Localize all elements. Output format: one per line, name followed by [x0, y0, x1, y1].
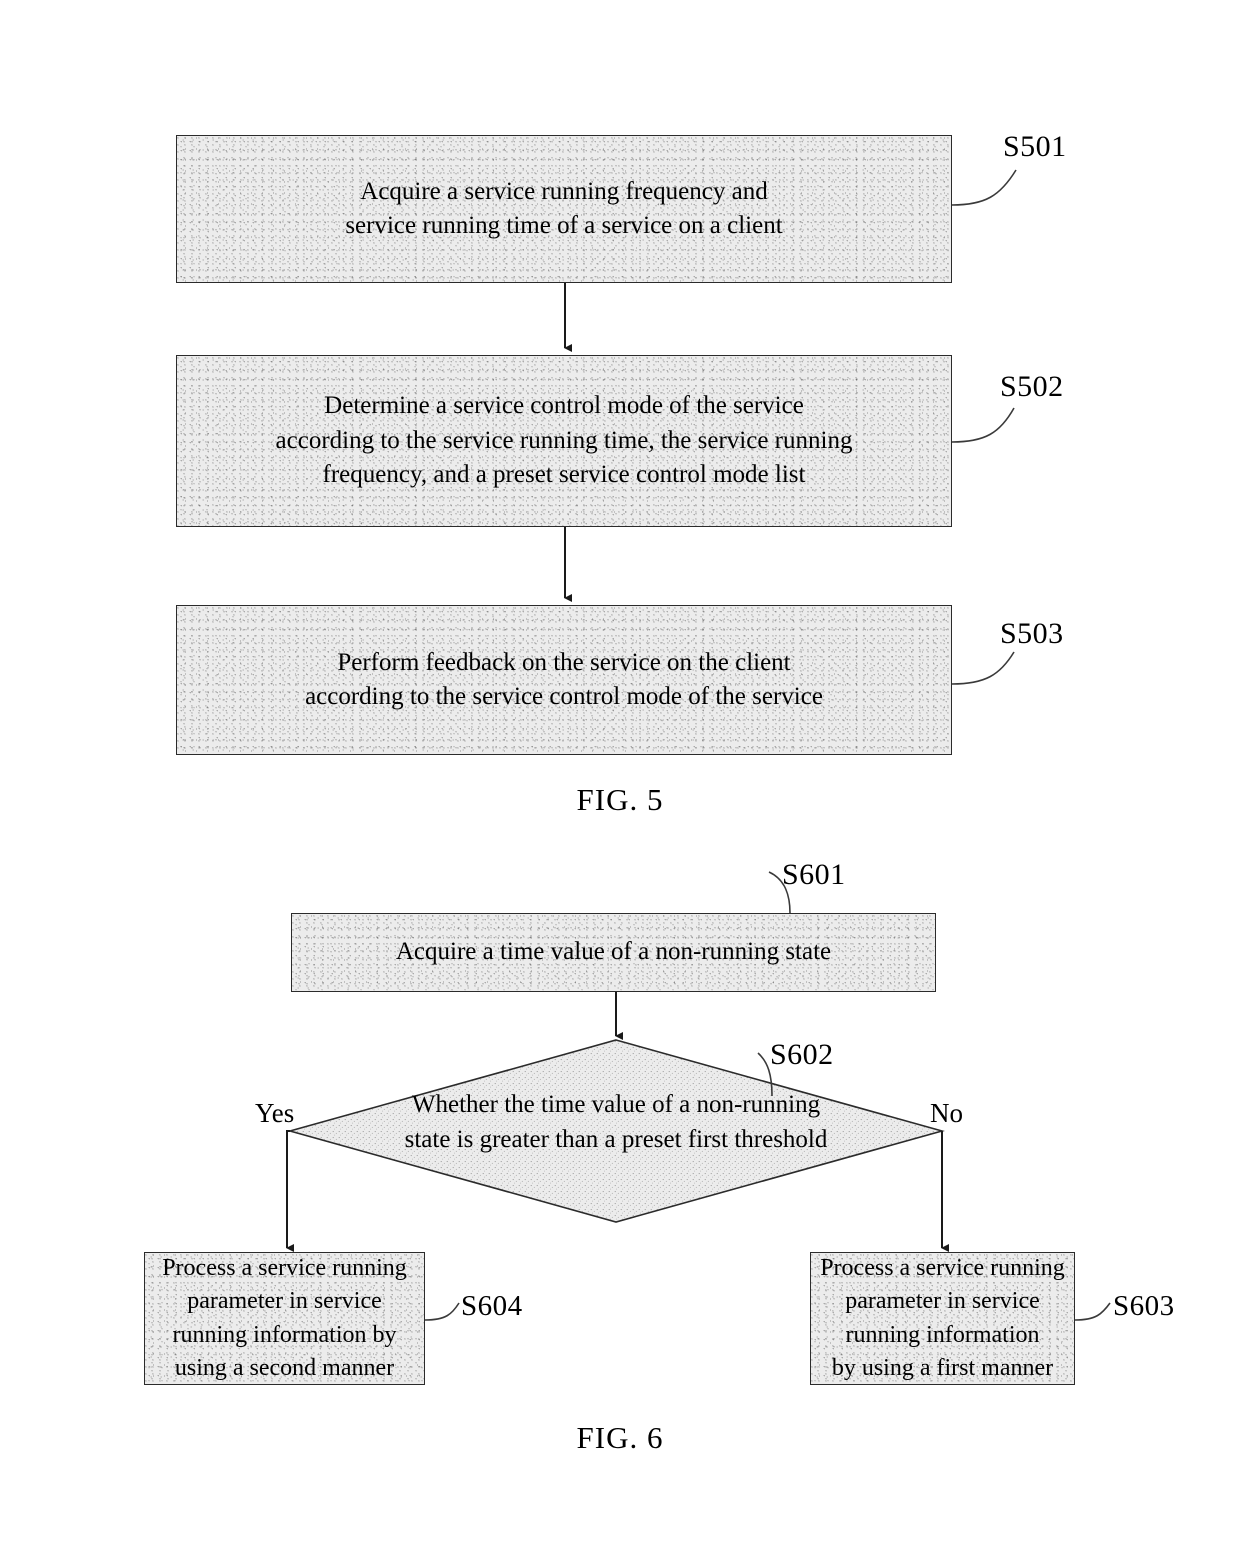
leader-line-s604: [424, 1302, 460, 1321]
flowchart-step-s501-text: Acquire a service running frequency and …: [345, 177, 783, 240]
flowchart-step-s502-text: Determine a service control mode of the …: [275, 392, 853, 489]
step-reference-s501: S501: [1003, 130, 1067, 163]
step-reference-s502: S502: [1000, 370, 1064, 403]
flowchart-step-s601-text: Acquire a time value of a non-running st…: [395, 938, 832, 966]
flowchart-step-s603-text: Process a service running parameter in s…: [820, 1255, 1065, 1381]
flowchart-decision-s602: Whether the time value of a non-running …: [287, 1039, 945, 1223]
step-reference-s503: S503: [1000, 617, 1064, 650]
step-reference-s601: S601: [782, 858, 846, 891]
flowchart-step-s501-box: Acquire a service running frequency and …: [176, 135, 952, 283]
flowchart-step-s601-box: Acquire a time value of a non-running st…: [291, 913, 936, 992]
flowchart-step-s503-box: Perform feedback on the service on the c…: [176, 605, 952, 755]
step-reference-s604: S604: [461, 1290, 523, 1322]
figure-caption-fig5: FIG. 5: [576, 782, 664, 817]
leader-line-s501: [951, 169, 1017, 206]
leader-line-s502: [951, 407, 1015, 443]
branch-label-yes: Yes: [255, 1098, 295, 1128]
step-reference-s603: S603: [1113, 1290, 1175, 1322]
step-reference-s602: S602: [770, 1038, 834, 1071]
leader-line-s503: [951, 651, 1015, 685]
flowchart-step-s604-text: Process a service running parameter in s…: [162, 1255, 407, 1381]
flowchart-step-s603-box: Process a service running parameter in s…: [810, 1252, 1075, 1385]
flowchart-step-s604-box: Process a service running parameter in s…: [144, 1252, 425, 1385]
branch-label-no: No: [930, 1098, 963, 1128]
patent-figure-sheet: Acquire a service running frequency and …: [0, 0, 1240, 1565]
figure-caption-fig6: FIG. 6: [576, 1420, 664, 1455]
flowchart-decision-s602-text: Whether the time value of a non-running …: [404, 1091, 828, 1153]
leader-line-s603: [1074, 1302, 1111, 1321]
flowchart-step-s502-box: Determine a service control mode of the …: [176, 355, 952, 527]
flowchart-step-s503-text: Perform feedback on the service on the c…: [305, 648, 823, 711]
